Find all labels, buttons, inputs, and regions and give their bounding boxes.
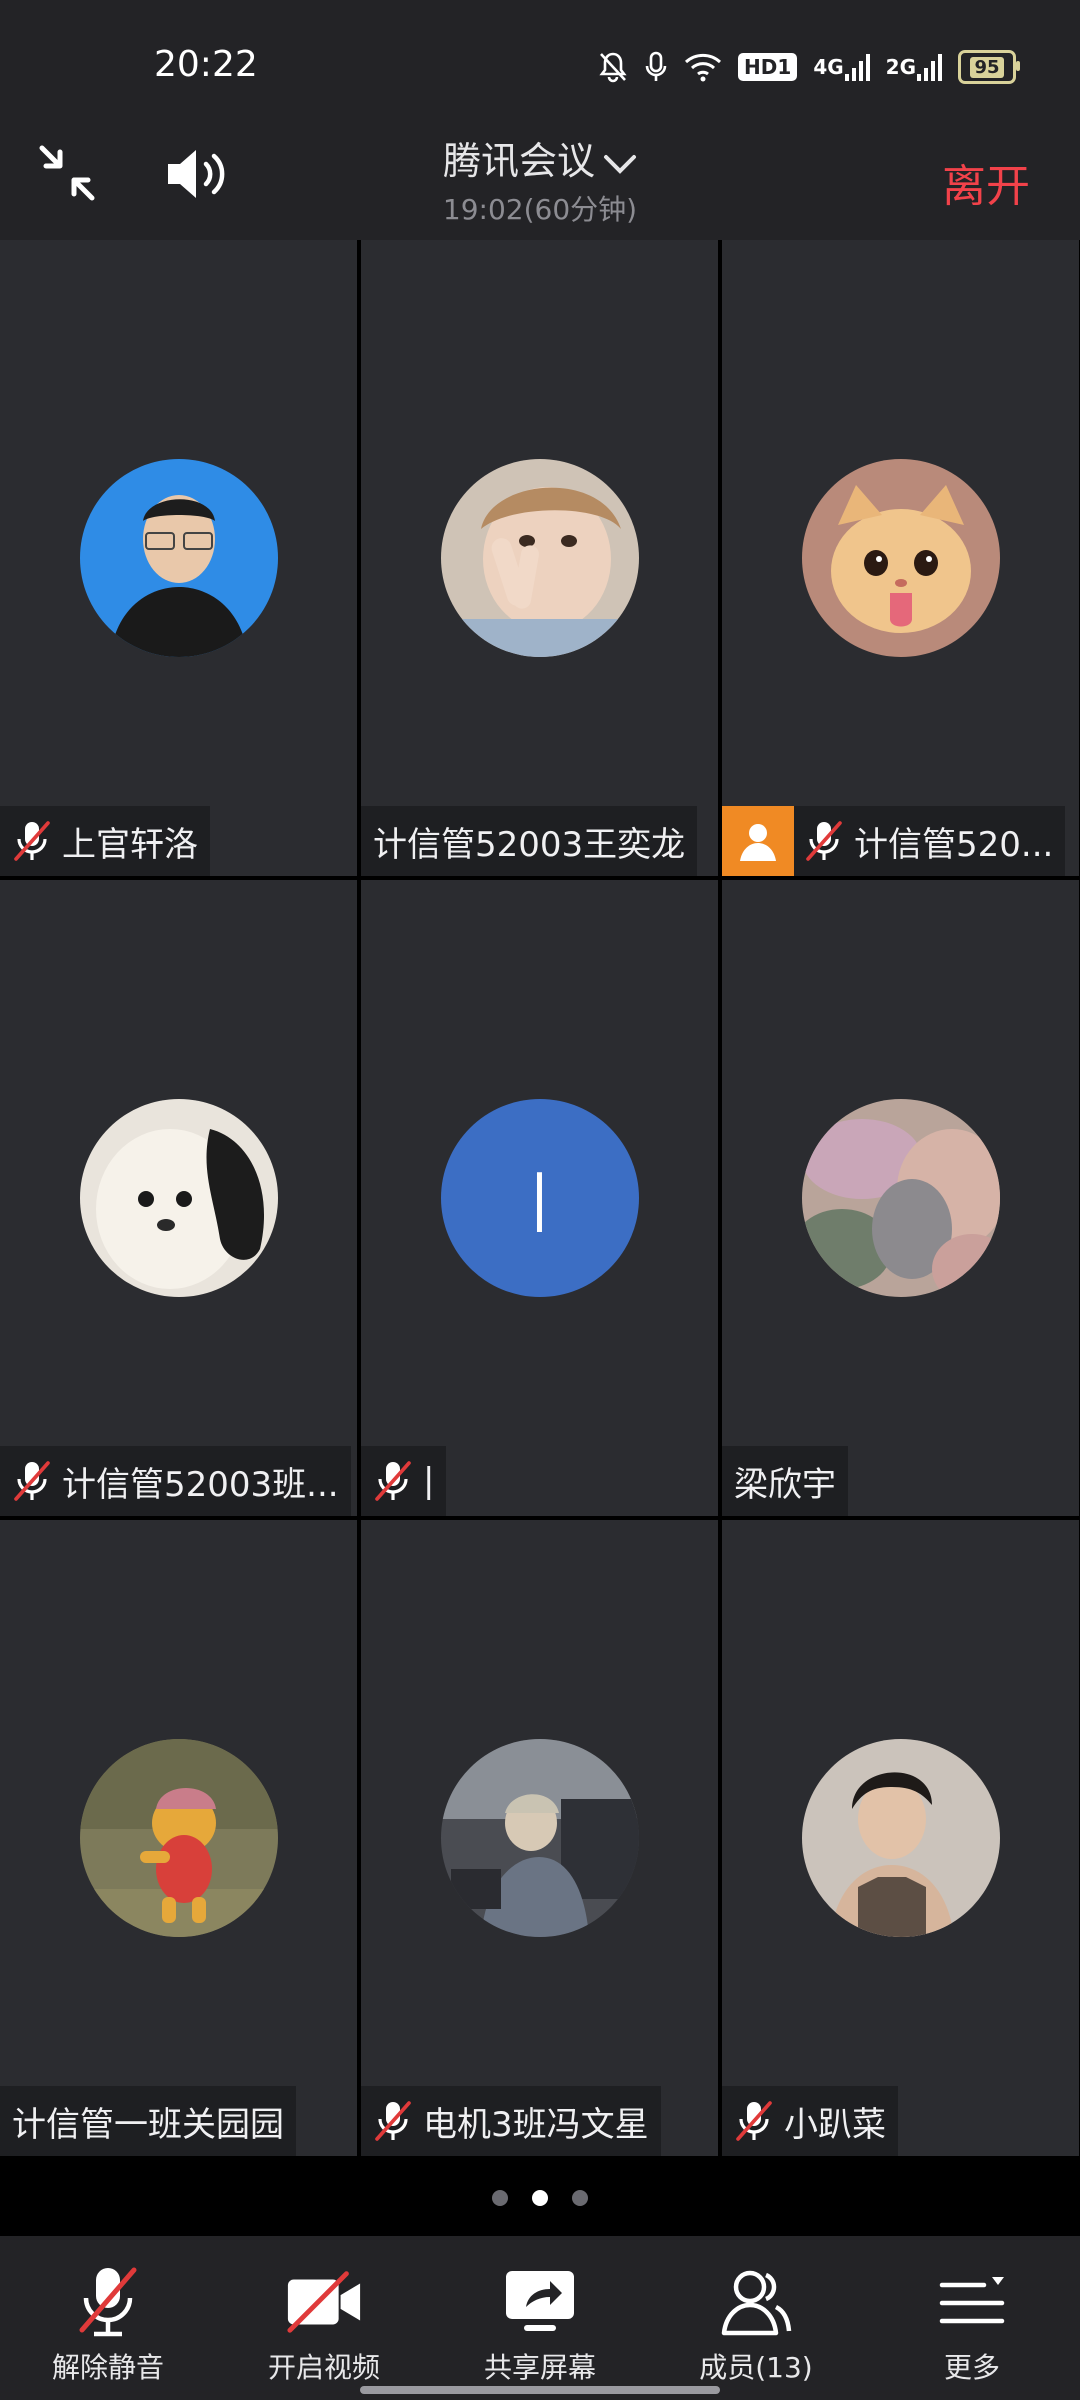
participant-name: 计信管520... (854, 824, 1054, 865)
status-bar: 20:22 HD1 4G 2G 95 (0, 0, 1080, 140)
status-icons: HD1 4G 2G 95 (598, 50, 1020, 84)
avatar (79, 459, 278, 657)
name-tag: 计信管一班关园园 (0, 2086, 296, 2156)
participant-name: 计信管一班关园园 (12, 2104, 284, 2145)
participant-name: 小趴菜 (784, 2104, 886, 2145)
share-screen-button[interactable]: 共享屏幕 (432, 2236, 648, 2400)
host-badge (722, 806, 794, 876)
participant-tile[interactable]: 上官轩洛 (0, 240, 357, 876)
net-type-label: 4G (813, 55, 844, 79)
start-video-label: 开启视频 (267, 2351, 380, 2384)
more-button[interactable]: 更多 (864, 2236, 1080, 2400)
chevron-down-icon (604, 154, 636, 174)
share-screen-icon (506, 2271, 574, 2331)
participant-name: 电机3班冯文星 (423, 2104, 649, 2145)
name-tag: 梁欣宇 (722, 1446, 848, 1516)
initial-avatar: | (440, 1099, 639, 1297)
avatar (440, 459, 639, 657)
participant-name: 上官轩洛 (62, 824, 198, 865)
participant-tile[interactable]: | | (361, 880, 718, 1516)
meeting-toolbar: 解除静音 开启视频 共享屏幕 成员(13) 更多 (0, 2236, 1080, 2400)
hd-badge: HD1 (738, 53, 798, 81)
video-off-icon (287, 2271, 361, 2333)
status-time: 20:22 (154, 44, 258, 85)
meeting-title[interactable]: 腾讯会议 (0, 130, 1080, 185)
silent-bell-icon (598, 51, 628, 83)
home-indicator[interactable] (360, 2386, 720, 2394)
participant-tile[interactable]: 梁欣宇 (722, 880, 1079, 1516)
mic-muted-icon (375, 2101, 411, 2141)
name-tag: 电机3班冯文星 (361, 2086, 661, 2156)
participant-tile[interactable]: 小趴菜 (722, 1520, 1079, 2156)
avatar (440, 1739, 639, 1937)
participant-tile[interactable]: 计信管52003王奕龙 (361, 240, 718, 876)
avatar (801, 1099, 1000, 1297)
avatar-initial: | (529, 1163, 550, 1233)
mic-muted-icon (736, 2101, 772, 2141)
page-dot[interactable] (492, 2190, 508, 2206)
members-button[interactable]: 成员(13) (648, 2236, 864, 2400)
participant-tile[interactable]: 电机3班冯文星 (361, 1520, 718, 2156)
menu-icon (939, 2277, 1005, 2324)
unmute-label: 解除静音 (51, 2351, 164, 2384)
user-icon (740, 824, 776, 861)
mic-muted-icon (79, 2267, 137, 2337)
participant-name: | (423, 1461, 435, 1501)
signal-2g-icon: 2G (886, 52, 942, 82)
name-tag: | (361, 1446, 447, 1516)
avatar (801, 459, 1000, 657)
more-label: 更多 (943, 2351, 1000, 2384)
participant-tile[interactable]: 计信管520... (722, 240, 1079, 876)
participant-name: 计信管52003班... (62, 1464, 339, 1505)
mic-muted-icon (806, 821, 842, 861)
page-indicator[interactable] (0, 2160, 1080, 2236)
wifi-icon (684, 52, 722, 82)
meeting-duration: 19:02(60分钟) (442, 193, 638, 226)
members-icon (721, 2270, 792, 2336)
battery-icon: 95 (958, 50, 1020, 84)
avatar (79, 1739, 278, 1937)
name-tag: 上官轩洛 (0, 806, 210, 876)
start-video-button[interactable]: 开启视频 (216, 2236, 432, 2400)
mic-muted-icon (14, 821, 50, 861)
share-screen-label: 共享屏幕 (483, 2351, 596, 2384)
mic-muted-icon (14, 1461, 50, 1501)
battery-level: 95 (970, 56, 1004, 78)
name-tag: 计信管52003班... (0, 1446, 351, 1516)
members-label: 成员(13) (699, 2351, 813, 2384)
signal-4g-icon: 4G (813, 52, 870, 82)
unmute-button[interactable]: 解除静音 (0, 2236, 216, 2400)
microphone-status-icon (644, 51, 668, 83)
name-tag: 计信管520... (722, 806, 1066, 876)
net-type-label: 2G (885, 55, 916, 79)
participant-tile[interactable]: 计信管一班关园园 (0, 1520, 357, 2156)
page-dot[interactable] (572, 2190, 588, 2206)
name-tag: 小趴菜 (722, 2086, 898, 2156)
participant-name: 计信管52003王奕龙 (373, 824, 686, 865)
participant-grid: 上官轩洛 计信管52003王奕龙 计信管520... 计信管52003班... … (0, 240, 1080, 2160)
meeting-header: 腾讯会议 19:02(60分钟) 离开 (0, 120, 1080, 240)
avatar (79, 1099, 278, 1297)
name-tag: 计信管52003王奕龙 (361, 806, 698, 876)
participant-name: 梁欣宇 (734, 1464, 836, 1505)
participant-tile[interactable]: 计信管52003班... (0, 880, 357, 1516)
leave-button[interactable]: 离开 (942, 150, 1030, 214)
avatar (801, 1739, 1000, 1937)
mic-muted-icon (375, 1461, 411, 1501)
meeting-title-text: 腾讯会议 (442, 139, 595, 183)
page-dot-active[interactable] (532, 2190, 548, 2206)
